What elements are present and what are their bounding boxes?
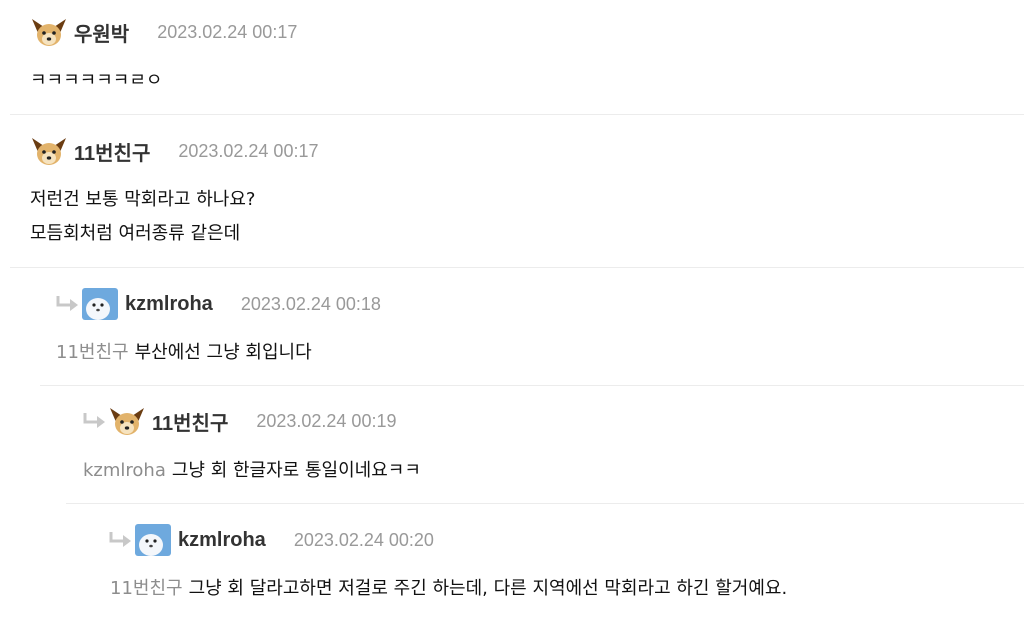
comment-date: 2023.02.24 00:17	[157, 21, 298, 42]
divider	[10, 267, 1024, 268]
comment-text: ㅋㅋㅋㅋㅋㅋㄹㅇ	[30, 64, 162, 98]
comment-author[interactable]: 11번친구	[74, 137, 150, 166]
comment-line: 그냥 회 한글자로 통일이네요ㅋㅋ	[171, 460, 421, 481]
comment-date: 2023.02.24 00:19	[256, 410, 397, 431]
comment-author[interactable]: kzmlroha	[125, 293, 213, 316]
comment-text: 11번친구 그냥 회 달라고하면 저걸로 주긴 하는데, 다른 지역에선 막회라고…	[110, 572, 787, 606]
dog-avatar-icon[interactable]	[108, 404, 146, 438]
comment-header: kzmlroha 2023.02.24 00:18	[55, 287, 381, 321]
comment-date: 2023.02.24 00:17	[178, 140, 319, 161]
comment-text: kzmlroha 그냥 회 한글자로 통일이네요ㅋㅋ	[83, 454, 421, 488]
mention-link[interactable]: kzmlroha	[83, 460, 166, 481]
comment-line: 부산에선 그냥 회입니다	[134, 342, 312, 363]
comment-text: 11번친구 부산에선 그냥 회입니다	[56, 336, 312, 370]
comment-header: 11번친구 2023.02.24 00:17	[30, 134, 318, 168]
dog-avatar-icon[interactable]	[30, 15, 68, 49]
reply-arrow-icon	[108, 530, 132, 550]
mention-link[interactable]: 11번친구	[110, 578, 183, 599]
comment-date: 2023.02.24 00:18	[240, 293, 381, 314]
comment-line: ㅋㅋㅋㅋㅋㅋㄹㅇ	[30, 70, 163, 91]
mention-link[interactable]: 11번친구	[56, 342, 129, 363]
comment-header: 11번친구 2023.02.24 00:19	[82, 404, 396, 438]
comment-author[interactable]: 11번친구	[152, 407, 228, 436]
dog-avatar-icon[interactable]	[30, 134, 68, 168]
comment-header: 우원박 2023.02.24 00:17	[30, 15, 297, 49]
divider	[10, 114, 1024, 115]
seal-avatar-icon[interactable]	[81, 287, 119, 321]
comment-author[interactable]: 우원박	[74, 18, 129, 47]
comment-line: 그냥 회 달라고하면 저걸로 주긴 하는데, 다른 지역에선 막회라고 하긴 할…	[188, 578, 788, 599]
comment-header: kzmlroha 2023.02.24 00:20	[108, 523, 434, 557]
seal-avatar-icon[interactable]	[134, 523, 172, 557]
comment-text: 저런건 보통 막회라고 하나요? 모듬회처럼 여러종류 같은데	[30, 183, 255, 251]
comment-date: 2023.02.24 00:20	[293, 529, 434, 550]
reply-arrow-icon	[55, 294, 79, 314]
comment-line: 모듬회처럼 여러종류 같은데	[30, 223, 241, 244]
comment-line: 저런건 보통 막회라고 하나요?	[30, 189, 256, 210]
reply-arrow-icon	[82, 411, 106, 431]
comment-author[interactable]: kzmlroha	[178, 529, 266, 552]
divider	[66, 503, 1024, 504]
divider	[40, 385, 1024, 386]
